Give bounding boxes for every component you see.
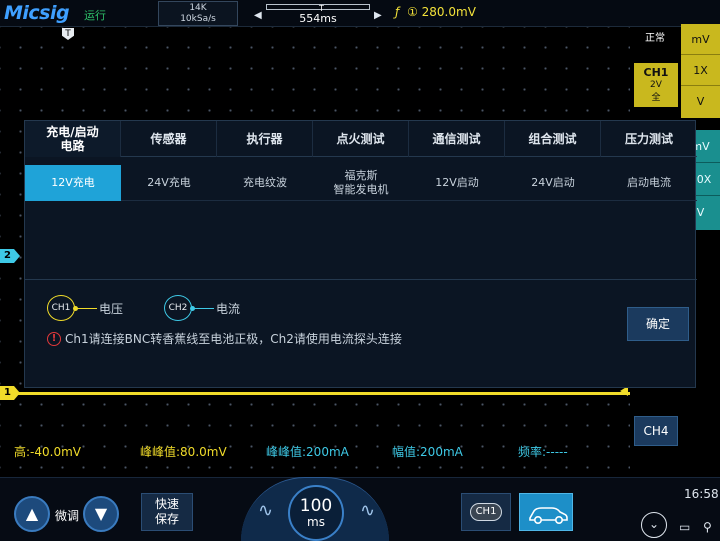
acquisition-info[interactable]: 14K 10kSa/s [158,1,238,26]
timebase-knob[interactable]: 100 ms [288,485,344,541]
category-tabs: 充电/启动 电路 传感器 执行器 点火测试 通信测试 组合测试 压力测试 [25,121,697,157]
tab-communication[interactable]: 通信测试 [409,121,505,157]
legend-ch1: CH1 电压 [47,295,123,321]
brand-logo: Micsig [4,2,70,24]
ch4-button[interactable]: CH4 [634,416,678,446]
subtab-starting-current[interactable]: 启动电流 [601,165,697,201]
warning-icon: ! [47,331,61,346]
ch1-unit-down[interactable]: V [681,86,720,117]
subtab-24v-starting[interactable]: 24V启动 [505,165,601,201]
timebase-value: 554ms [299,12,337,25]
quick-save-button[interactable]: 快速 保存 [141,493,193,531]
wave-increase-icon[interactable]: ∿ [360,500,375,521]
quick-save-label: 快速 保存 [154,497,179,526]
display-icon[interactable]: ▭ [679,520,690,534]
sample-rate: 10kSa/s [180,14,216,24]
memory-depth: 14K [189,3,207,13]
subtab-24v-charging[interactable]: 24V充电 [121,165,217,201]
timebase-left-arrow-icon[interactable]: ◀ [254,10,262,21]
ch2-legend-label: 电流 [216,301,241,316]
dialog-divider [25,279,697,280]
tab-charging-starting[interactable]: 充电/启动 电路 [25,121,121,157]
tab-pressure[interactable]: 压力测试 [601,121,697,157]
tab-ignition[interactable]: 点火测试 [313,121,409,157]
ch1-legend-line [73,305,97,311]
measurement-peak-peak-ch1: 峰峰值:80.0mV [140,445,227,459]
down-arrow-icon: ▼ [94,504,108,523]
system-clock: 16:58 [684,487,719,501]
ch1-label: CH1 [643,66,669,79]
rising-edge-icon: ƒ [395,5,400,19]
timebase-track: T [266,4,370,13]
ch1-waveform [10,392,630,395]
trigger-channel: ① [407,5,418,19]
trigger-info[interactable]: ƒ ① 280.0mV [395,5,476,19]
timebase-position[interactable]: ◀ T 554ms ▶ [254,1,382,26]
ch1-unit-up[interactable]: mV [681,24,720,55]
ch1-probe-icon: CH1 [47,295,75,321]
measurement-amplitude: 幅值:200mA [392,445,463,459]
knob-value: 100 [299,496,333,516]
run-state-indicator[interactable]: 运行 [84,7,106,23]
top-status-bar: Micsig 运行 14K 10kSa/s ◀ T 554ms ▶ ƒ ① 28… [0,0,720,27]
ch1-legend-label: 电压 [99,301,124,316]
network-icon[interactable]: ⚲ [703,520,712,534]
up-arrow-icon: ▲ [25,504,39,523]
subtab-12v-starting[interactable]: 12V启动 [409,165,505,201]
knob-unit: ms [307,515,325,529]
ch1-side-menu[interactable]: mV 1X V [681,24,720,118]
trigger-level: 280.0mV [421,5,476,19]
measurement-frequency: 频率:----- [518,445,568,459]
subtab-ford-smart-alternator[interactable]: 福克斯 智能发电机 [313,165,409,201]
tab-combination[interactable]: 组合测试 [505,121,601,157]
ch1-probe[interactable]: 1X [681,55,720,86]
ch2-legend-line [190,305,214,311]
fine-up-button[interactable]: ▲ [14,496,50,532]
menu-collapse-icon[interactable]: ⌄ [641,512,667,538]
fine-down-button[interactable]: ▼ [83,496,119,532]
ch1-coupling: 全 [651,93,661,103]
ch1-stack-icon: CH1 [470,503,502,521]
measurement-peak-peak-ch2: 峰峰值:200mA [266,445,349,459]
timebase-right-arrow-icon[interactable]: ▶ [374,10,382,21]
connection-notice: ! Ch1请连接BNC转香蕉线至电池正极，Ch2请使用电流探头连接 [47,330,402,347]
notice-text: Ch1请连接BNC转香蕉线至电池正极，Ch2请使用电流探头连接 [65,332,402,346]
channel-select-button[interactable]: CH1 [461,493,511,531]
tab-sensor[interactable]: 传感器 [121,121,217,157]
auto-test-dialog: 充电/启动 电路 传感器 执行器 点火测试 通信测试 组合测试 压力测试 12V… [24,120,697,388]
measurement-high: 高:-40.0mV [14,445,81,459]
automotive-mode-button[interactable] [519,493,573,531]
ch1-scale: 2V [650,80,662,90]
ch2-probe-icon: CH2 [164,295,192,321]
subtab-12v-charging[interactable]: 12V充电 [25,165,121,201]
subtab-charging-ripple[interactable]: 充电纹波 [217,165,313,201]
confirm-button[interactable]: 确定 [627,307,689,341]
legend-ch2: CH2 电流 [164,295,240,321]
car-icon [529,507,568,524]
trigger-mode[interactable]: 正常 [645,29,665,44]
fine-adjust-label: 微调 [55,509,80,523]
tab-actuator[interactable]: 执行器 [217,121,313,157]
ch1-button[interactable]: CH1 2V 全 [634,63,678,107]
test-item-tabs: 12V充电 24V充电 充电纹波 福克斯 智能发电机 12V启动 24V启动 启… [25,165,697,201]
wave-decrease-icon[interactable]: ∿ [258,500,273,521]
